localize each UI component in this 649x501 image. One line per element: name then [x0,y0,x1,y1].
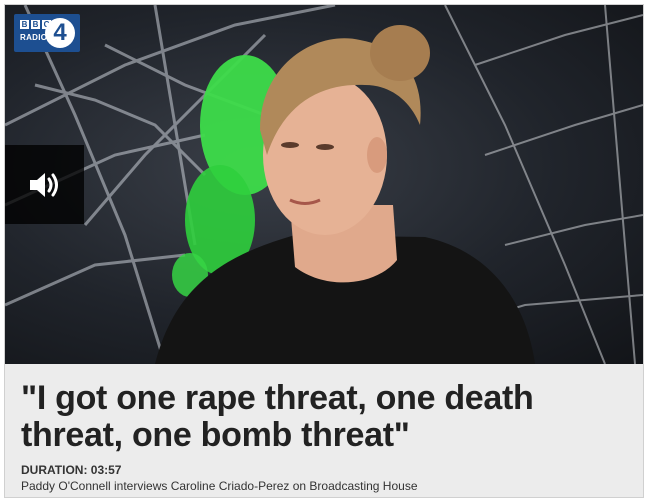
bbc-radio4-logo: B B C RADIO 4 [14,14,80,52]
speaker-volume-icon [29,172,58,197]
clip-caption: "I got one rape threat, one death threat… [5,364,643,497]
bbc-letter: B [20,20,29,29]
interview-still-image [5,5,643,364]
duration-value: 03:57 [90,463,122,477]
bbc-letter: B [31,20,40,29]
play-audio-button[interactable] [5,145,84,224]
station-number: 4 [53,19,67,46]
radio4-number-badge: 4 [45,18,75,48]
clip-summary: Paddy O'Connell interviews Caroline Cria… [21,479,418,493]
audio-clip-card: B B C RADIO 4 "I got one rape threat, on… [4,4,644,498]
duration-label: DURATION: [21,463,88,477]
duration-line: DURATION: 03:57 [21,463,121,477]
clip-headline: "I got one rape threat, one death threat… [21,379,534,454]
video-still[interactable]: B B C RADIO 4 [5,5,643,364]
radio-label: RADIO [20,33,48,42]
